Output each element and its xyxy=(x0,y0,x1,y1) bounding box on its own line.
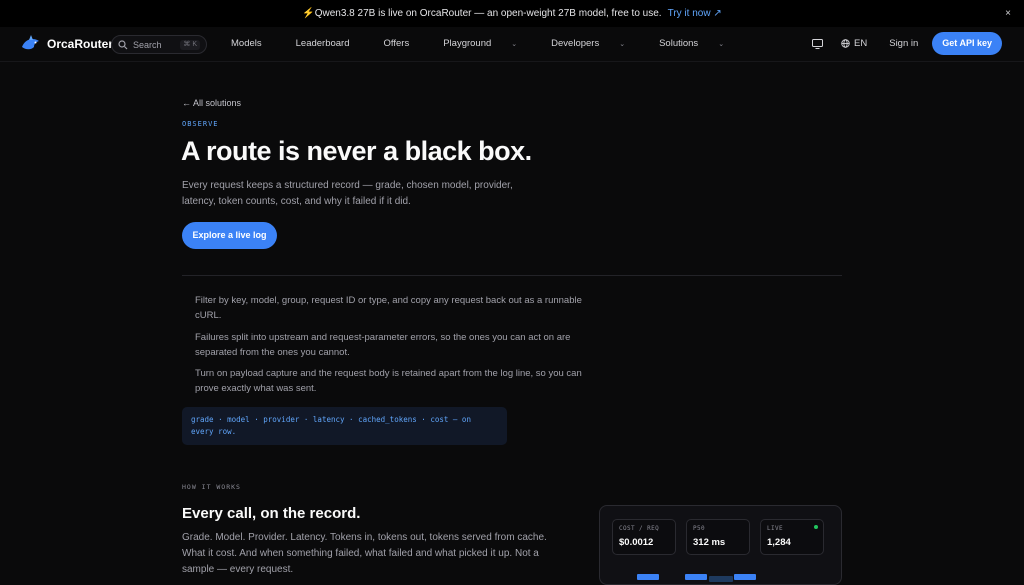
stat-label: P50 xyxy=(693,525,706,532)
code-snippet: grade · model · provider · latency · cac… xyxy=(182,407,507,445)
orca-logo-icon xyxy=(22,35,39,50)
explore-live-log-button[interactable]: Explore a live log xyxy=(182,222,277,249)
nav-item-offers[interactable]: Offers xyxy=(384,38,427,49)
how-it-works-eyebrow: HOW IT WORKS xyxy=(182,483,241,491)
nav-actions: EN Sign in Get API key xyxy=(812,32,1002,55)
chevron-down-icon: ⌄ xyxy=(619,41,626,48)
search-icon xyxy=(118,39,128,49)
metrics-panel: COST / REQ $0.0012 P50 312 ms LIVE 1,284 xyxy=(599,505,842,585)
chart-bar xyxy=(709,576,733,582)
feature-text: Failures split into upstream and request… xyxy=(195,332,571,358)
stat-label: LIVE xyxy=(767,525,784,532)
hero-description: Every request keeps a structured record … xyxy=(182,180,513,207)
divider xyxy=(182,275,842,276)
page-title: A route is never a black box. xyxy=(181,136,532,166)
get-api-key-button[interactable]: Get API key xyxy=(932,32,1002,55)
feature-text: Filter by key, model, group, request ID … xyxy=(195,295,582,321)
main-menu: Models Leaderboard Offers Playground ⌄ De… xyxy=(231,38,758,49)
search-shortcut: ⌘ K xyxy=(180,40,200,50)
nav-item-leaderboard[interactable]: Leaderboard xyxy=(296,38,367,49)
nav-item-models[interactable]: Models xyxy=(231,38,279,49)
live-indicator-dot xyxy=(814,525,818,529)
section-description: Grade. Model. Provider. Latency. Tokens … xyxy=(182,532,547,575)
sign-in-link[interactable]: Sign in xyxy=(889,38,918,49)
stat-value: 1,284 xyxy=(767,537,791,548)
nav-item-solutions[interactable]: Solutions ⌄ xyxy=(659,38,741,49)
stat-card-live: LIVE 1,284 xyxy=(760,519,824,555)
logo[interactable]: OrcaRouter xyxy=(21,35,113,53)
stat-card-p50: P50 312 ms xyxy=(686,519,750,555)
feature-text: Turn on payload capture and the request … xyxy=(195,368,582,394)
announcement-banner: ⚡Qwen3.8 27B is live on OrcaRouter — an … xyxy=(0,0,1024,27)
section-eyebrow: OBSERVE xyxy=(182,120,219,128)
chart-bar xyxy=(734,574,756,580)
section-title: Every call, on the record. xyxy=(182,505,361,522)
chart-bar xyxy=(685,574,707,580)
chevron-down-icon: ⌄ xyxy=(511,41,518,48)
banner-link[interactable]: Try it now ↗ xyxy=(668,8,722,19)
banner-text: ⚡Qwen3.8 27B is live on OrcaRouter — an … xyxy=(302,8,662,19)
nav-item-playground[interactable]: Playground ⌄ xyxy=(443,38,534,49)
chevron-down-icon: ⌄ xyxy=(718,41,725,48)
stat-value: $0.0012 xyxy=(619,537,654,548)
monitor-icon[interactable] xyxy=(812,38,824,49)
stat-card-cost: COST / REQ $0.0012 xyxy=(612,519,676,555)
search-input[interactable]: Search ⌘ K xyxy=(111,35,207,54)
language-switcher[interactable]: EN xyxy=(841,38,867,49)
top-nav: OrcaRouter Search ⌘ K Models Leaderboard… xyxy=(0,27,1024,62)
globe-icon xyxy=(841,39,850,48)
chart-bar xyxy=(637,574,659,580)
search-placeholder: Search xyxy=(133,39,162,50)
stat-value: 312 ms xyxy=(693,537,726,548)
nav-item-developers[interactable]: Developers ⌄ xyxy=(551,38,642,49)
close-icon[interactable]: × xyxy=(1005,8,1011,19)
back-link[interactable]: ← All solutions xyxy=(182,98,241,108)
logo-text: OrcaRouter xyxy=(47,37,114,51)
stat-label: COST / REQ xyxy=(619,525,660,532)
language-label: EN xyxy=(854,38,868,49)
